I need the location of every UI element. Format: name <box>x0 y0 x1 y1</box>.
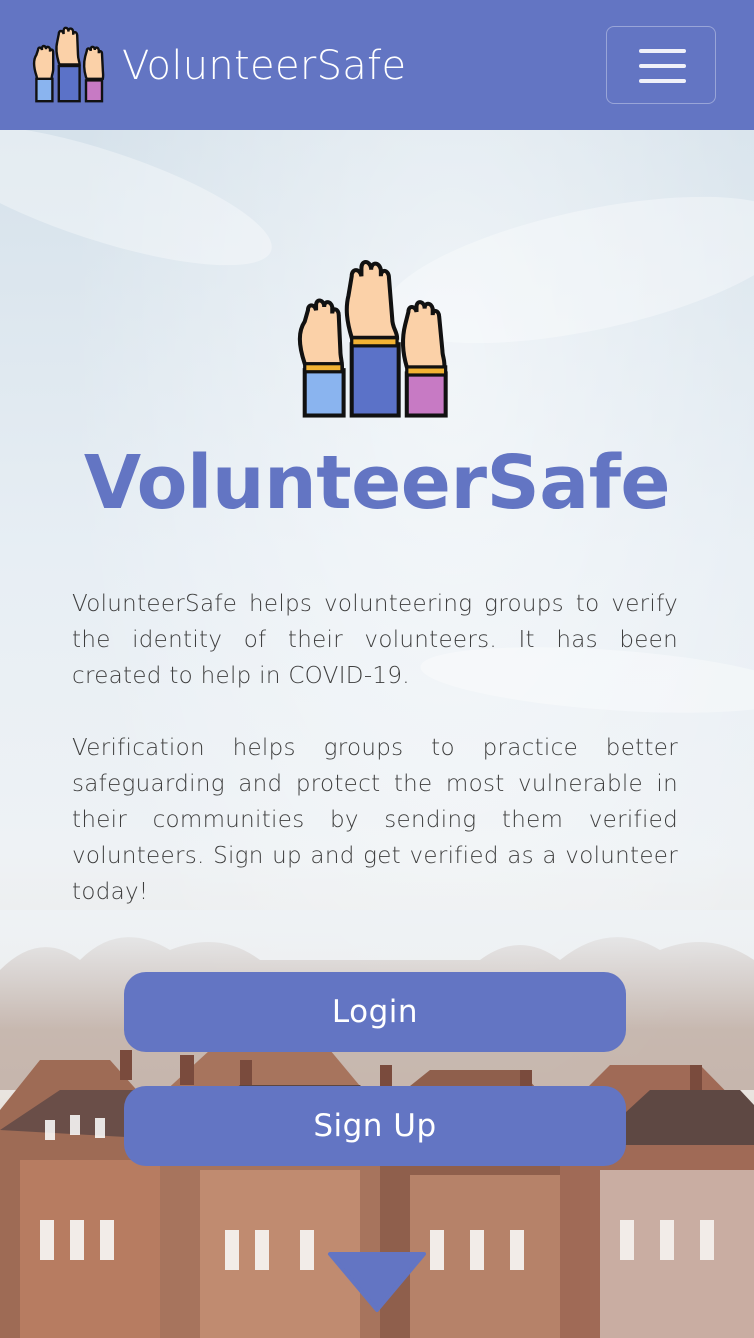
hero-title: VolunteerSafe <box>83 440 671 526</box>
hamburger-menu-icon <box>639 64 686 68</box>
intro-paragraph: VolunteerSafe helps volunteering groups … <box>72 591 678 689</box>
menu-toggle-button[interactable] <box>606 26 716 104</box>
login-button[interactable]: Login <box>124 972 626 1052</box>
signup-button[interactable]: Sign Up <box>124 1086 626 1166</box>
raised-hands-icon <box>297 260 448 418</box>
hamburger-menu-icon <box>639 79 686 83</box>
down-arrow-icon[interactable] <box>326 1252 428 1312</box>
brand-link[interactable]: VolunteerSafe <box>30 26 406 106</box>
raised-hands-icon <box>32 26 105 103</box>
top-navbar: VolunteerSafe <box>0 0 754 130</box>
verification-paragraph: Verification helps groups to practice be… <box>72 735 678 905</box>
brand-name: VolunteerSafe <box>122 43 407 89</box>
hero-section: VolunteerSafe VolunteerSafe helps volunt… <box>0 130 754 1338</box>
hamburger-menu-icon <box>639 49 686 53</box>
